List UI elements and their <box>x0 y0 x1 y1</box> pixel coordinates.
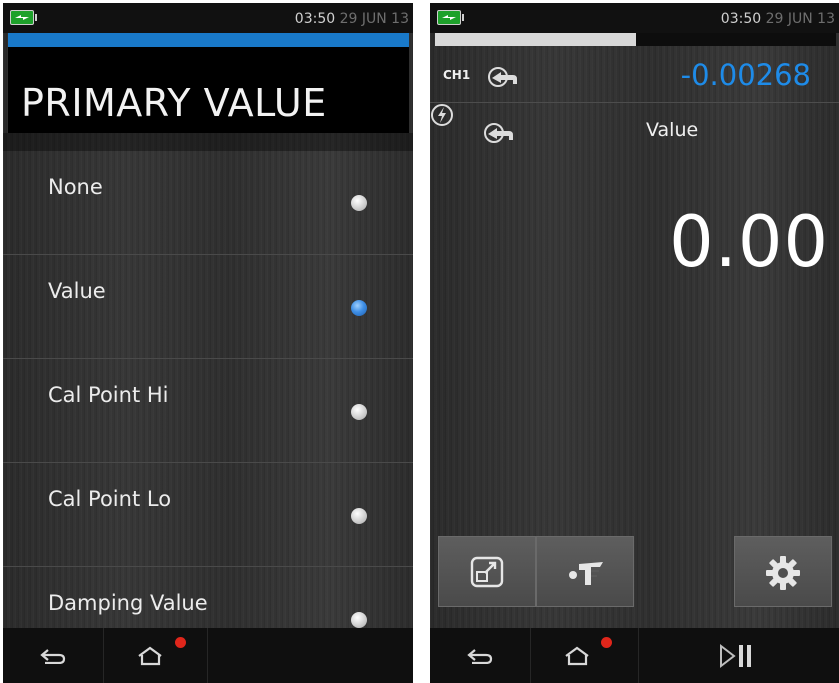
status-time: 03:50 <box>720 11 762 27</box>
battery-charging-icon <box>437 10 464 25</box>
option-value[interactable]: Value <box>3 255 413 359</box>
primary-value-screen: 03:50 29 JUN 13 PRIMARY VALUE None Value… <box>3 3 413 683</box>
function-label: Value <box>646 119 699 141</box>
back-icon <box>467 649 493 664</box>
home-button[interactable] <box>530 628 639 683</box>
radio-button[interactable] <box>351 195 367 211</box>
lightning-icon <box>431 104 453 126</box>
clock: 03:50 29 JUN 13 <box>295 11 409 27</box>
option-label: Value <box>48 279 106 303</box>
settings-button[interactable] <box>734 536 832 607</box>
play-pause-icon <box>720 643 751 669</box>
radio-button-selected[interactable] <box>351 300 367 316</box>
notification-dot <box>601 637 612 648</box>
nav-bar <box>3 628 413 683</box>
radio-button[interactable] <box>351 508 367 524</box>
page-title-box: PRIMARY VALUE <box>8 47 409 133</box>
back-icon <box>40 649 66 664</box>
nav-bar <box>430 628 839 683</box>
status-date: 29 JUN 13 <box>339 11 409 27</box>
status-time: 03:50 <box>294 11 336 27</box>
option-label: None <box>48 175 103 199</box>
function-row[interactable]: Value <box>430 103 839 163</box>
option-none[interactable]: None <box>3 151 413 255</box>
progress-fill <box>435 33 636 46</box>
divider <box>3 133 413 151</box>
progress-bar <box>435 33 836 46</box>
return-arrow-icon <box>488 67 517 87</box>
expand-window-icon <box>470 556 504 588</box>
notification-dot <box>175 637 186 648</box>
option-cal-point-lo[interactable]: Cal Point Lo <box>3 463 413 567</box>
channel-label: CH1 <box>443 68 471 82</box>
status-bar: 03:50 29 JUN 13 <box>3 3 413 33</box>
back-button[interactable] <box>3 628 104 683</box>
header-accent-bar <box>8 33 409 47</box>
channel-reading: -0.00268 <box>680 58 811 92</box>
option-cal-point-hi[interactable]: Cal Point Hi <box>3 359 413 463</box>
channel-row[interactable]: CH1 -0.00268 <box>430 46 839 103</box>
clock: 03:50 29 JUN 13 <box>721 11 835 27</box>
option-label: Cal Point Hi <box>48 383 169 407</box>
option-label: Cal Point Lo <box>48 487 172 511</box>
battery-charging-icon <box>10 10 37 25</box>
home-button[interactable] <box>103 628 208 683</box>
page-title: PRIMARY VALUE <box>21 81 327 125</box>
filter-icon <box>569 562 603 585</box>
option-label: Damping Value <box>48 591 208 615</box>
home-icon <box>565 646 589 666</box>
radio-button[interactable] <box>351 612 367 628</box>
main-value: 0.00 <box>669 201 829 283</box>
filter-button[interactable] <box>536 536 634 607</box>
radio-button[interactable] <box>351 404 367 420</box>
play-pause-button[interactable] <box>638 628 839 683</box>
measurement-screen: 03:50 29 JUN 13 CH1 -0.00268 Value 0.00 <box>430 3 839 683</box>
home-icon <box>138 646 162 666</box>
status-date: 29 JUN 13 <box>765 11 835 27</box>
status-bar: 03:50 29 JUN 13 <box>430 3 839 33</box>
expand-window-button[interactable] <box>438 536 536 607</box>
gear-icon <box>766 556 800 590</box>
return-arrow-icon <box>484 123 513 143</box>
back-button[interactable] <box>430 628 531 683</box>
